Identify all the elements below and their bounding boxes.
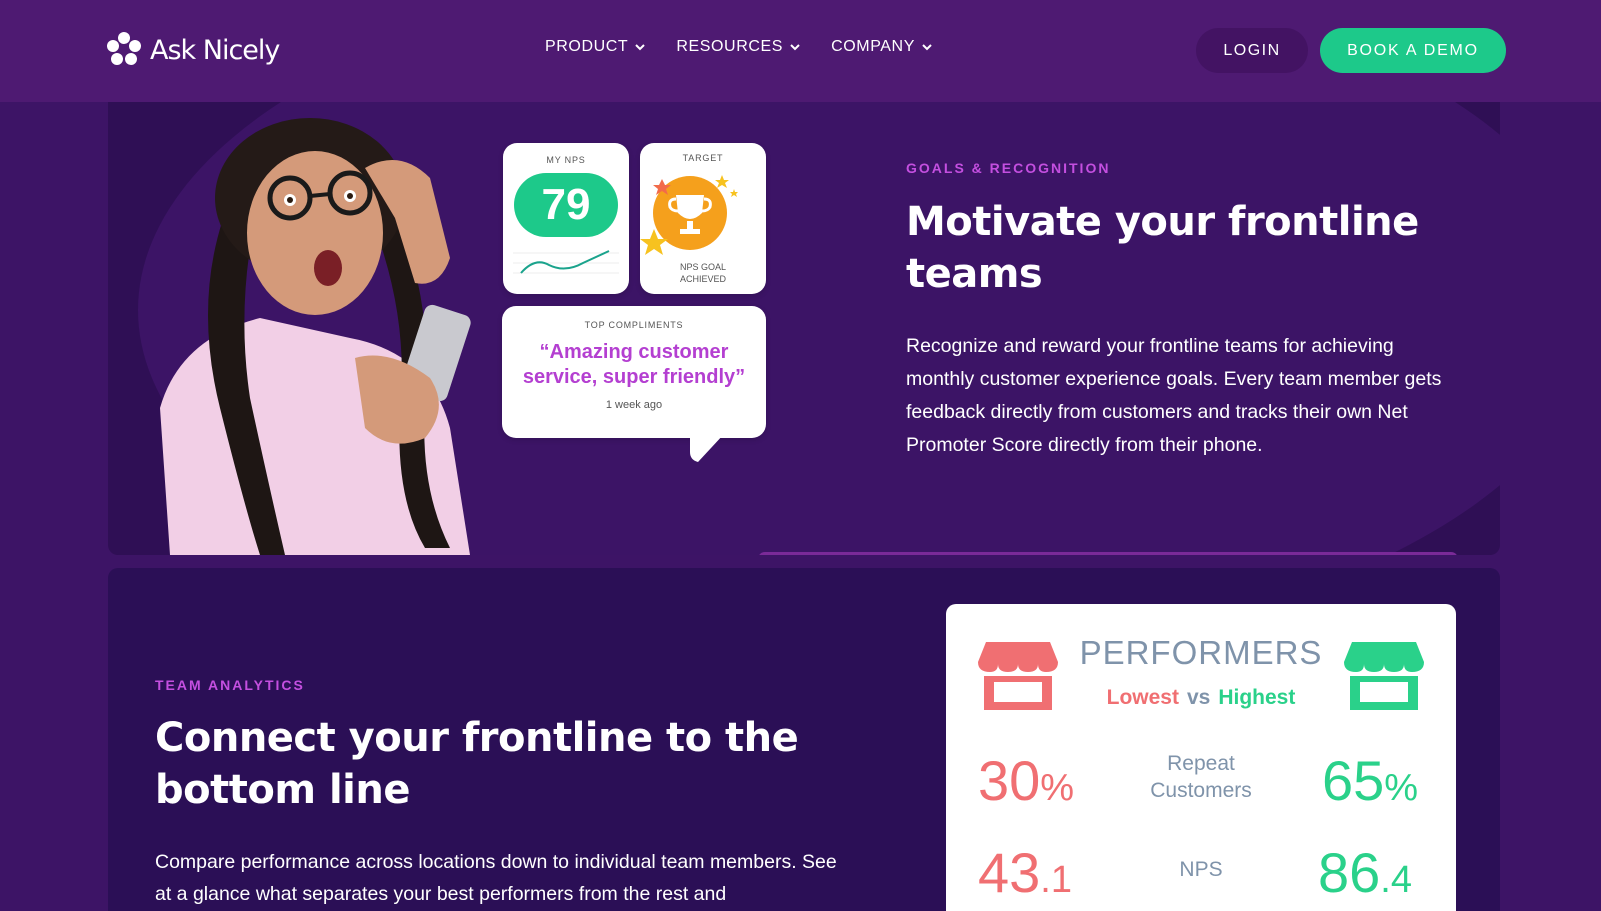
chevron-down-icon — [790, 44, 800, 51]
nps-low: 43.1 — [978, 840, 1072, 905]
surprised-woman-illustration — [160, 118, 471, 555]
goals-body: Recognize and reward your frontline team… — [906, 335, 1442, 456]
menu-item-product[interactable]: PRODUCT — [545, 38, 646, 56]
trend-line-icon — [513, 250, 619, 274]
widget-label: TOP COMPLIMENTS — [584, 320, 684, 330]
top-navigation: Ask Nicely PRODUCT RESOURCES COMPANY LOG… — [0, 0, 1601, 102]
book-demo-button[interactable]: BOOK A DEMO — [1320, 28, 1506, 73]
widget-label: TARGET — [682, 153, 724, 163]
top-compliments-widget: TOP COMPLIMENTS “Amazing customer servic… — [502, 306, 766, 462]
metric-unit: .4 — [1380, 859, 1412, 901]
metric-main: 30 — [978, 749, 1041, 812]
analytics-title: Connect your frontline to the bottom lin… — [155, 715, 799, 813]
repeat-customers-label: Repeat Customers — [1096, 750, 1306, 804]
analytics-eyebrow: TEAM ANALYTICS — [155, 677, 305, 693]
store-green-icon — [1344, 642, 1424, 710]
metric-unit: % — [1384, 767, 1419, 809]
metric-main: 43 — [978, 841, 1041, 904]
target-widget: TARGET NPS GOAL ACHIEVED — [640, 143, 766, 294]
chevron-down-icon — [635, 44, 646, 51]
target-sub-2: ACHIEVED — [679, 274, 726, 284]
highest-label: Highest — [1218, 686, 1296, 709]
metric-label-line: NPS — [1179, 858, 1223, 881]
metric-unit: % — [1040, 767, 1075, 809]
analytics-body: Compare performance across locations dow… — [155, 851, 837, 905]
compliment-time: 1 week ago — [605, 399, 663, 411]
lowest-label: Lowest — [1106, 686, 1179, 709]
performers-card: PERFORMERS Lowest vs Highest 30% Repeat Cu… — [946, 604, 1456, 911]
main-menu: PRODUCT RESOURCES COMPANY — [545, 38, 933, 56]
menu-item-label: PRODUCT — [545, 38, 629, 55]
metric-label-line: Customers — [1150, 779, 1252, 802]
logo-flower-icon — [107, 32, 141, 65]
metric-main: 86 — [1318, 841, 1381, 904]
vs-label: vs — [1186, 686, 1211, 709]
menu-item-label: RESOURCES — [676, 38, 784, 55]
target-sub-1: NPS GOAL — [679, 262, 726, 272]
compliment-quote: “Amazing customer service, super friendl… — [522, 341, 746, 388]
widget-label: MY NPS — [546, 155, 586, 165]
metric-label-line: Repeat — [1167, 752, 1235, 775]
login-button[interactable]: LOGIN — [1196, 28, 1308, 73]
chevron-down-icon — [922, 44, 932, 51]
menu-item-company[interactable]: COMPANY — [831, 38, 933, 56]
accent-stripe — [758, 552, 1458, 555]
nps-high: 86.4 — [1318, 840, 1412, 905]
my-nps-widget: MY NPS 79 — [503, 143, 629, 294]
logo-text: Ask Nicely — [150, 34, 280, 66]
trophy-icon — [640, 175, 738, 255]
nps-value: 79 — [514, 173, 618, 237]
nps-label: NPS — [1096, 856, 1306, 883]
repeat-customers-low: 30% — [978, 748, 1074, 813]
speech-bubble-tail-icon — [690, 434, 724, 462]
menu-item-resources[interactable]: RESOURCES — [676, 38, 801, 56]
menu-item-label: COMPANY — [831, 38, 915, 55]
repeat-customers-high: 65% — [1322, 748, 1418, 813]
goals-eyebrow: GOALS & RECOGNITION — [906, 160, 1111, 176]
metric-unit: .1 — [1040, 859, 1072, 901]
metric-main: 65 — [1322, 749, 1385, 812]
logo[interactable]: Ask Nicely — [104, 30, 280, 70]
goals-title: Motivate your frontline teams — [906, 199, 1419, 297]
